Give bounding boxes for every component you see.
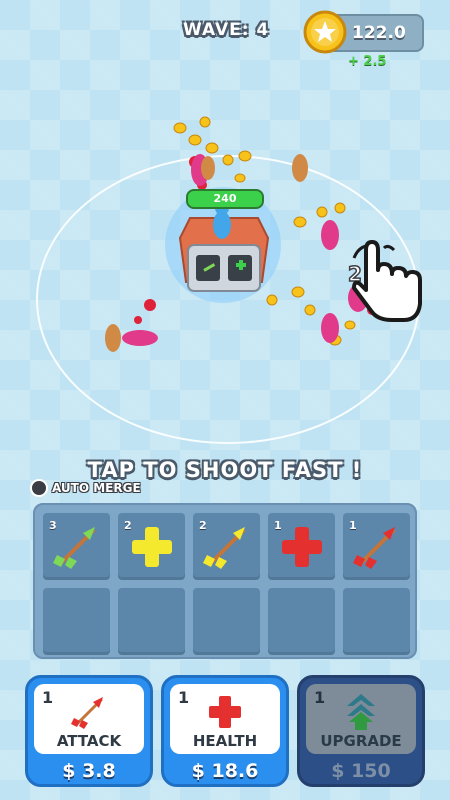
health-label: HEALTH (192, 732, 258, 750)
merge-slot[interactable]: 2 (118, 513, 185, 580)
battle-scene[interactable]: 2 (0, 100, 450, 440)
plus-icon (132, 527, 172, 567)
merge-slot-empty[interactable] (193, 588, 260, 655)
arrow-icon (353, 527, 395, 569)
merge-slot[interactable]: 1 (268, 513, 335, 580)
plus-icon (209, 696, 241, 728)
level-up-chevron-icon (347, 694, 375, 730)
wave-counter: WAVE: 4 (183, 20, 270, 40)
coin-amount: 122.0 (352, 23, 406, 43)
arrow-icon (203, 527, 245, 569)
merge-slot[interactable]: 3 (43, 513, 110, 580)
health-level: 1 (178, 688, 190, 707)
merge-slot[interactable]: 1 (343, 513, 410, 580)
attack-label: ATTACK (56, 732, 122, 750)
merge-slot-empty[interactable] (268, 588, 335, 655)
upgrade-label: UPGRADE (320, 732, 402, 750)
coin-icon (303, 10, 347, 54)
attack-card: 1 ATTACK (34, 684, 144, 754)
merge-slot[interactable]: 2 (193, 513, 260, 580)
tower-upgrade-button[interactable]: 1 UPGRADE $ 150 (297, 675, 425, 787)
upgrade-price: $ 150 (331, 760, 391, 782)
upgrade-level: 1 (314, 688, 326, 707)
arrow-icon (53, 527, 95, 569)
merge-slot-empty[interactable] (343, 588, 410, 655)
health-card: 1 HEALTH (170, 684, 280, 754)
attack-price: $ 3.8 (62, 760, 116, 782)
income-rate: + 2.5 (348, 54, 387, 69)
health-upgrade-button[interactable]: 1 HEALTH $ 18.6 (161, 675, 289, 787)
arrow-icon (71, 697, 103, 729)
attack-upgrade-button[interactable]: 1 ATTACK $ 3.8 (25, 675, 153, 787)
tower-health-bar: 240 (186, 189, 264, 209)
merge-slot-empty[interactable] (118, 588, 185, 655)
attack-level: 1 (42, 688, 54, 707)
upgrade-card: 1 UPGRADE (306, 684, 416, 754)
merge-slot-empty[interactable] (43, 588, 110, 655)
auto-merge-label: AUTO MERGE (52, 481, 141, 495)
merge-grid: 3 2 2 1 1 (33, 503, 417, 659)
plus-icon (282, 527, 322, 567)
health-price: $ 18.6 (191, 760, 259, 782)
auto-merge-toggle[interactable]: AUTO MERGE (30, 478, 141, 498)
auto-merge-switch[interactable] (30, 479, 48, 497)
